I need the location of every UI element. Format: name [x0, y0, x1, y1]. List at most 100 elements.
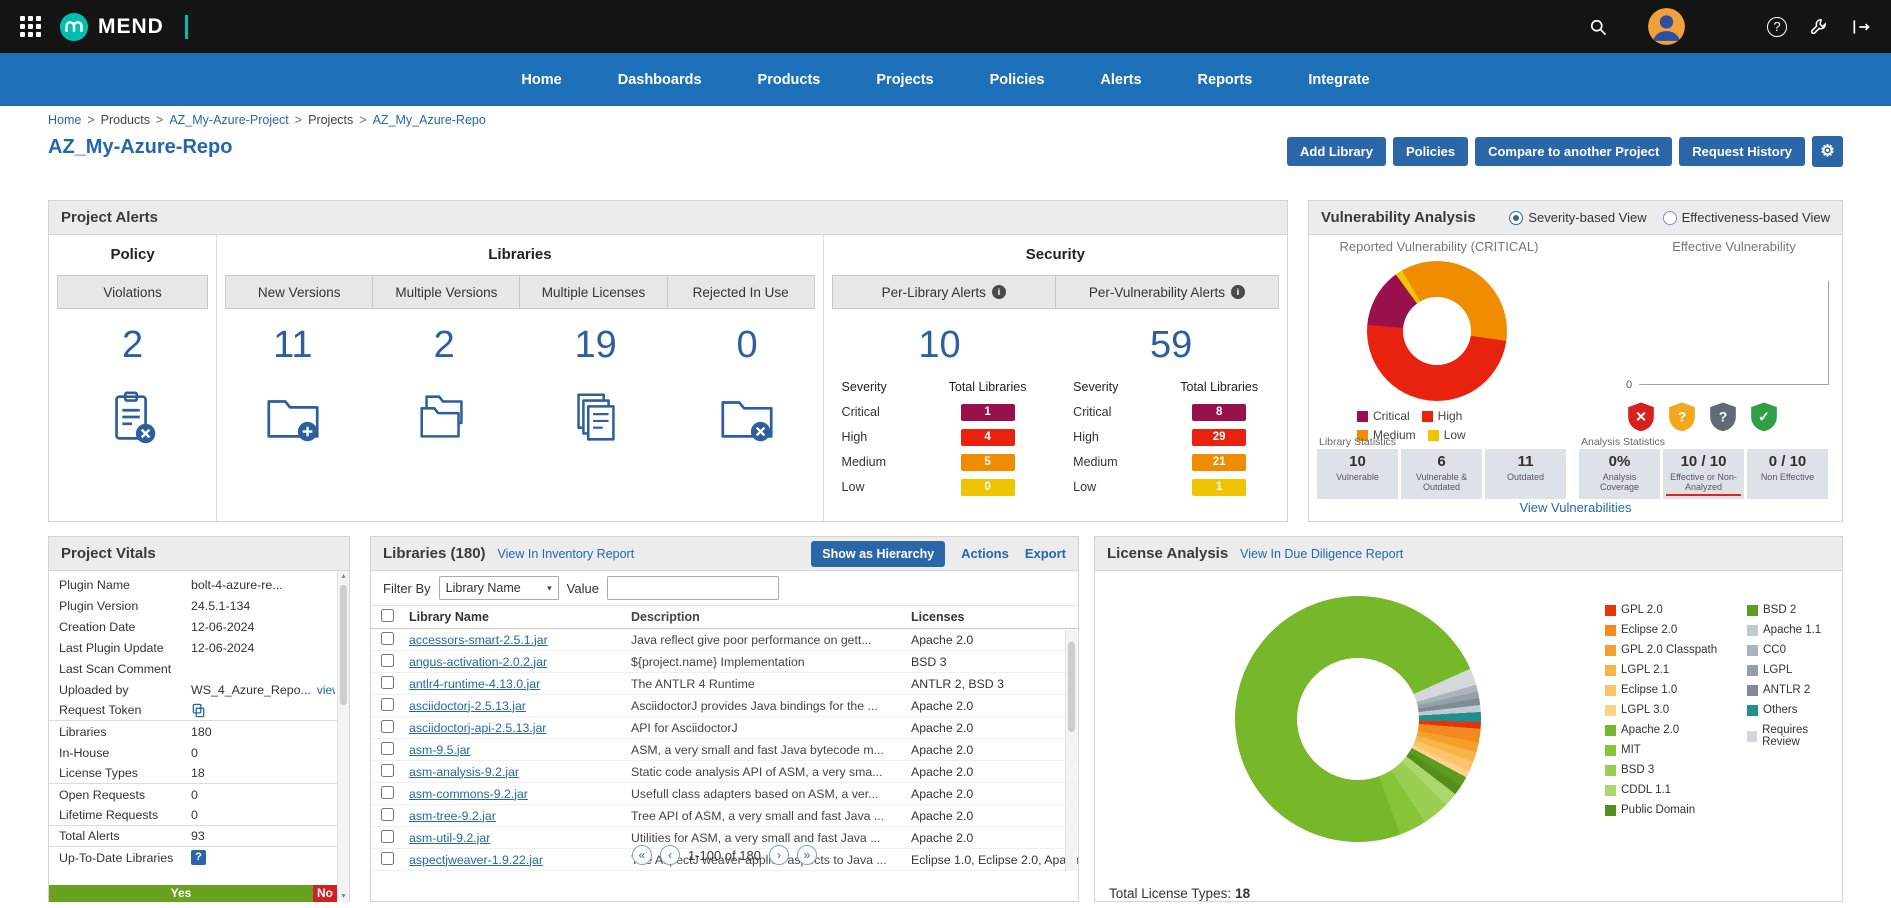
row-checkbox[interactable]	[381, 676, 394, 689]
alert-tab-multiple-versions[interactable]: Multiple Versions	[372, 275, 520, 309]
settings-button[interactable]: ⚙	[1812, 136, 1843, 167]
next-page-button[interactable]: ›	[769, 845, 789, 865]
show-as-hierarchy-button[interactable]: Show as Hierarchy	[811, 541, 945, 567]
help-badge[interactable]: ?	[191, 850, 206, 865]
legend-item-cddl-1-1: CDDL 1.1	[1605, 784, 1717, 796]
library-name-link[interactable]: asm-analysis-9.2.jar	[409, 765, 519, 779]
severity-label: Critical	[842, 405, 938, 419]
nav-item-products[interactable]: Products	[758, 72, 821, 88]
row-checkbox[interactable]	[381, 632, 394, 645]
library-name-link[interactable]: asm-tree-9.2.jar	[409, 809, 496, 823]
stat-value: 10 / 10	[1666, 453, 1741, 470]
radio-label: Severity-based View	[1528, 210, 1646, 225]
breadcrumb-item-projects: Projects	[308, 113, 353, 127]
wrench-icon[interactable]	[1809, 17, 1829, 37]
value-label: Value	[567, 581, 599, 596]
legend-swatch	[1605, 805, 1616, 816]
scroll-down-icon[interactable]: ▼	[338, 893, 349, 900]
view-link[interactable]: view	[317, 683, 335, 697]
table-scrollbar-thumb[interactable]	[1068, 642, 1075, 732]
last-page-button[interactable]: »	[797, 845, 817, 865]
apps-grid-icon[interactable]	[20, 16, 41, 37]
vitals-scrollbar[interactable]: ▲ ▼	[337, 571, 349, 902]
legend-swatch	[1422, 411, 1433, 422]
alert-tab-per-library-alerts[interactable]: Per-Library Alertsi	[832, 275, 1056, 309]
avatar[interactable]	[1648, 8, 1685, 45]
legend-swatch	[1428, 430, 1439, 441]
row-checkbox[interactable]	[381, 742, 394, 755]
view-radio-severity-based-view[interactable]: Severity-based View	[1509, 210, 1646, 225]
export-link[interactable]: Export	[1025, 546, 1066, 561]
row-checkbox[interactable]	[381, 764, 394, 777]
logout-icon[interactable]	[1851, 17, 1871, 37]
library-name-link[interactable]: asm-util-9.2.jar	[409, 831, 490, 845]
breadcrumb-item-home[interactable]: Home	[48, 113, 81, 127]
filter-field-select[interactable]: Library Name ▾	[439, 576, 559, 600]
request-history-button[interactable]: Request History	[1679, 137, 1805, 166]
severity-count-badge: 1	[1192, 479, 1246, 496]
vital-label: Lifetime Requests	[59, 808, 191, 822]
scroll-up-icon[interactable]: ▲	[338, 573, 349, 580]
filter-value-input[interactable]	[607, 576, 779, 600]
select-all-checkbox[interactable]	[381, 609, 394, 622]
row-checkbox[interactable]	[381, 808, 394, 821]
alert-group-title-libraries: Libraries	[217, 235, 823, 275]
vitals-scrollbar-thumb[interactable]	[340, 585, 347, 705]
add-library-button[interactable]: Add Library	[1287, 137, 1386, 166]
library-name-link[interactable]: asciidoctorj-api-2.5.13.jar	[409, 721, 546, 735]
alert-tab-new-versions[interactable]: New Versions	[225, 275, 373, 309]
first-page-button[interactable]: «	[632, 845, 652, 865]
legend-swatch	[1747, 605, 1758, 616]
library-name-link[interactable]: angus-activation-2.0.2.jar	[409, 655, 547, 669]
stat-non-effective: 0 / 10Non Effective	[1747, 449, 1828, 499]
nav-item-policies[interactable]: Policies	[990, 72, 1045, 88]
view-radio-effectiveness-based-view[interactable]: Effectiveness-based View	[1663, 210, 1830, 225]
nav-item-projects[interactable]: Projects	[876, 72, 933, 88]
library-name-link[interactable]: antlr4-runtime-4.13.0.jar	[409, 677, 540, 691]
alert-tab-multiple-licenses[interactable]: Multiple Licenses	[519, 275, 667, 309]
library-name-link[interactable]: accessors-smart-2.5.1.jar	[409, 633, 548, 647]
breadcrumb-item-az-my-azure-repo[interactable]: AZ_My_Azure-Repo	[373, 113, 486, 127]
legend-item-eclipse-2-0: Eclipse 2.0	[1605, 624, 1717, 636]
view-vulnerabilities-link[interactable]: View Vulnerabilities	[1309, 500, 1842, 515]
due-diligence-report-link[interactable]: View In Due Diligence Report	[1240, 547, 1403, 561]
table-row: asm-9.5.jarASM, a very small and fast Ja…	[371, 739, 1078, 761]
search-icon[interactable]	[1588, 17, 1608, 37]
table-scrollbar[interactable]	[1065, 630, 1077, 871]
copy-icon[interactable]	[191, 703, 206, 718]
alert-tab-per-vulnerability-alerts[interactable]: Per-Vulnerability Alertsi	[1055, 275, 1279, 309]
alert-tab-rejected-in-use[interactable]: Rejected In Use	[667, 275, 815, 309]
library-licenses: Apache 2.0	[911, 721, 1078, 735]
library-name-link[interactable]: asm-9.5.jar	[409, 743, 471, 757]
row-checkbox[interactable]	[381, 786, 394, 799]
policies-button[interactable]: Policies	[1393, 137, 1468, 166]
nav-item-reports[interactable]: Reports	[1198, 72, 1253, 88]
row-checkbox[interactable]	[381, 720, 394, 733]
nav-item-dashboards[interactable]: Dashboards	[618, 72, 702, 88]
inventory-report-link[interactable]: View In Inventory Report	[498, 547, 635, 561]
alert-tab-violations[interactable]: Violations	[57, 275, 208, 309]
nav-item-alerts[interactable]: Alerts	[1100, 72, 1141, 88]
severity-table-header: SeverityTotal Libraries	[1067, 375, 1275, 400]
library-name-link[interactable]: asciidoctorj-2.5.13.jar	[409, 699, 526, 713]
severity-count-badge: 4	[961, 429, 1015, 446]
vital-row-up-to-date-libraries: Up-To-Date Libraries?	[49, 847, 349, 868]
row-checkbox[interactable]	[381, 654, 394, 667]
view-toggle: Severity-based View Effectiveness-based V…	[1509, 210, 1830, 225]
license-analysis-title: License Analysis	[1107, 545, 1228, 562]
prev-page-button[interactable]: ‹	[660, 845, 680, 865]
mend-logo[interactable]: MEND	[59, 12, 188, 42]
row-checkbox[interactable]	[381, 698, 394, 711]
row-checkbox[interactable]	[381, 830, 394, 843]
nav-item-home[interactable]: Home	[521, 72, 561, 88]
column-header-description: Description	[631, 610, 911, 624]
actions-link[interactable]: Actions	[961, 546, 1009, 561]
compare-to-another-project-button[interactable]: Compare to another Project	[1475, 137, 1672, 166]
severity-count-badge: 21	[1192, 454, 1246, 471]
help-icon[interactable]: ?	[1767, 17, 1787, 37]
library-name-link[interactable]: asm-commons-9.2.jar	[409, 787, 528, 801]
nav-item-integrate[interactable]: Integrate	[1308, 72, 1369, 88]
filter-field-value: Library Name	[446, 581, 521, 595]
breadcrumb-item-az-my-azure-project[interactable]: AZ_My-Azure-Project	[169, 113, 288, 127]
legend-swatch	[1747, 731, 1757, 742]
